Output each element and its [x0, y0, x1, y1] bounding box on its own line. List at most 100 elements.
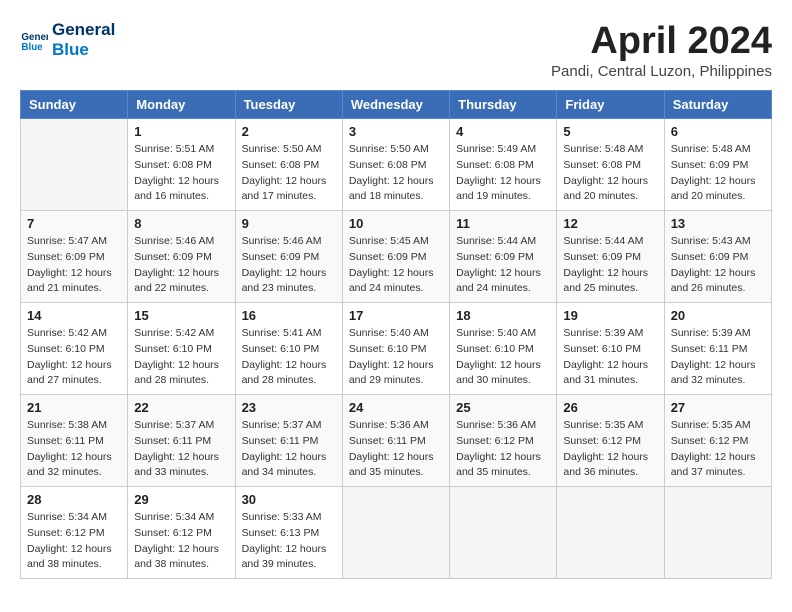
- day-number: 18: [456, 308, 550, 323]
- logo: General Blue General Blue: [20, 20, 115, 61]
- day-number: 17: [349, 308, 443, 323]
- day-info: Sunrise: 5:36 AMSunset: 6:11 PMDaylight:…: [349, 418, 443, 481]
- calendar-cell: [664, 487, 771, 579]
- day-number: 26: [563, 400, 657, 415]
- calendar-cell: 11 Sunrise: 5:44 AMSunset: 6:09 PMDayligh…: [450, 211, 557, 303]
- day-info: Sunrise: 5:37 AMSunset: 6:11 PMDaylight:…: [134, 418, 228, 481]
- weekday-header: Tuesday: [235, 91, 342, 119]
- location-title: Pandi, Central Luzon, Philippines: [551, 63, 772, 80]
- day-info: Sunrise: 5:48 AMSunset: 6:08 PMDaylight:…: [563, 142, 657, 205]
- calendar-cell: 14 Sunrise: 5:42 AMSunset: 6:10 PMDayligh…: [21, 303, 128, 395]
- day-number: 6: [671, 124, 765, 139]
- logo-icon: General Blue: [20, 26, 48, 54]
- calendar-cell: 20 Sunrise: 5:39 AMSunset: 6:11 PMDayligh…: [664, 303, 771, 395]
- calendar-cell: 1 Sunrise: 5:51 AMSunset: 6:08 PMDaylight…: [128, 119, 235, 211]
- weekday-header: Monday: [128, 91, 235, 119]
- day-number: 16: [242, 308, 336, 323]
- day-info: Sunrise: 5:39 AMSunset: 6:10 PMDaylight:…: [563, 326, 657, 389]
- day-number: 20: [671, 308, 765, 323]
- day-info: Sunrise: 5:47 AMSunset: 6:09 PMDaylight:…: [27, 234, 121, 297]
- calendar-cell: [21, 119, 128, 211]
- day-info: Sunrise: 5:38 AMSunset: 6:11 PMDaylight:…: [27, 418, 121, 481]
- day-info: Sunrise: 5:34 AMSunset: 6:12 PMDaylight:…: [27, 510, 121, 573]
- day-info: Sunrise: 5:42 AMSunset: 6:10 PMDaylight:…: [134, 326, 228, 389]
- calendar-cell: [557, 487, 664, 579]
- day-number: 2: [242, 124, 336, 139]
- day-info: Sunrise: 5:35 AMSunset: 6:12 PMDaylight:…: [671, 418, 765, 481]
- day-number: 5: [563, 124, 657, 139]
- day-info: Sunrise: 5:50 AMSunset: 6:08 PMDaylight:…: [242, 142, 336, 205]
- day-number: 14: [27, 308, 121, 323]
- day-info: Sunrise: 5:51 AMSunset: 6:08 PMDaylight:…: [134, 142, 228, 205]
- calendar-cell: 3 Sunrise: 5:50 AMSunset: 6:08 PMDaylight…: [342, 119, 449, 211]
- day-number: 19: [563, 308, 657, 323]
- calendar-cell: 22Sunrise: 5:37 AMSunset: 6:11 PMDayligh…: [128, 395, 235, 487]
- calendar-cell: 21 Sunrise: 5:38 AMSunset: 6:11 PMDayligh…: [21, 395, 128, 487]
- month-title: April 2024: [551, 20, 772, 63]
- calendar-cell: 23Sunrise: 5:37 AMSunset: 6:11 PMDayligh…: [235, 395, 342, 487]
- day-info: Sunrise: 5:49 AMSunset: 6:08 PMDaylight:…: [456, 142, 550, 205]
- calendar-cell: 16 Sunrise: 5:41 AMSunset: 6:10 PMDayligh…: [235, 303, 342, 395]
- day-info: Sunrise: 5:46 AMSunset: 6:09 PMDaylight:…: [242, 234, 336, 297]
- calendar-cell: 25 Sunrise: 5:36 AMSunset: 6:12 PMDayligh…: [450, 395, 557, 487]
- day-number: 29: [134, 492, 228, 507]
- day-number: 21: [27, 400, 121, 415]
- weekday-header: Friday: [557, 91, 664, 119]
- calendar-cell: [342, 487, 449, 579]
- calendar-cell: 9 Sunrise: 5:46 AMSunset: 6:09 PMDaylight…: [235, 211, 342, 303]
- weekday-header: Wednesday: [342, 91, 449, 119]
- calendar-cell: 29 Sunrise: 5:34 AMSunset: 6:12 PMDayligh…: [128, 487, 235, 579]
- calendar-cell: 26 Sunrise: 5:35 AMSunset: 6:12 PMDayligh…: [557, 395, 664, 487]
- day-number: 8: [134, 216, 228, 231]
- day-number: 15: [134, 308, 228, 323]
- day-number: 7: [27, 216, 121, 231]
- day-info: Sunrise: 5:46 AMSunset: 6:09 PMDaylight:…: [134, 234, 228, 297]
- weekday-header: Sunday: [21, 91, 128, 119]
- calendar-body: 1 Sunrise: 5:51 AMSunset: 6:08 PMDaylight…: [21, 119, 772, 579]
- day-number: 12: [563, 216, 657, 231]
- day-number: 13: [671, 216, 765, 231]
- day-number: 4: [456, 124, 550, 139]
- day-info: Sunrise: 5:45 AMSunset: 6:09 PMDaylight:…: [349, 234, 443, 297]
- day-info: Sunrise: 5:40 AMSunset: 6:10 PMDaylight:…: [349, 326, 443, 389]
- day-number: 11: [456, 216, 550, 231]
- day-info: Sunrise: 5:39 AMSunset: 6:11 PMDaylight:…: [671, 326, 765, 389]
- day-info: Sunrise: 5:36 AMSunset: 6:12 PMDaylight:…: [456, 418, 550, 481]
- calendar-cell: 2 Sunrise: 5:50 AMSunset: 6:08 PMDaylight…: [235, 119, 342, 211]
- calendar-cell: 28Sunrise: 5:34 AMSunset: 6:12 PMDayligh…: [21, 487, 128, 579]
- day-number: 10: [349, 216, 443, 231]
- calendar-cell: 6Sunrise: 5:48 AMSunset: 6:09 PMDaylight…: [664, 119, 771, 211]
- day-info: Sunrise: 5:41 AMSunset: 6:10 PMDaylight:…: [242, 326, 336, 389]
- calendar-cell: 4 Sunrise: 5:49 AMSunset: 6:08 PMDaylight…: [450, 119, 557, 211]
- calendar-cell: 5 Sunrise: 5:48 AMSunset: 6:08 PMDaylight…: [557, 119, 664, 211]
- logo-line1: General: [52, 20, 115, 40]
- logo-line2: Blue: [52, 40, 115, 60]
- day-number: 24: [349, 400, 443, 415]
- calendar-cell: [450, 487, 557, 579]
- weekday-header: Saturday: [664, 91, 771, 119]
- day-info: Sunrise: 5:42 AMSunset: 6:10 PMDaylight:…: [27, 326, 121, 389]
- day-number: 25: [456, 400, 550, 415]
- calendar-cell: 30 Sunrise: 5:33 AMSunset: 6:13 PMDayligh…: [235, 487, 342, 579]
- day-info: Sunrise: 5:33 AMSunset: 6:13 PMDaylight:…: [242, 510, 336, 573]
- calendar-table: SundayMondayTuesdayWednesdayThursdayFrid…: [20, 90, 772, 579]
- calendar-cell: 18 Sunrise: 5:40 AMSunset: 6:10 PMDayligh…: [450, 303, 557, 395]
- day-info: Sunrise: 5:44 AMSunset: 6:09 PMDaylight:…: [563, 234, 657, 297]
- day-info: Sunrise: 5:35 AMSunset: 6:12 PMDaylight:…: [563, 418, 657, 481]
- day-info: Sunrise: 5:50 AMSunset: 6:08 PMDaylight:…: [349, 142, 443, 205]
- title-area: April 2024 Pandi, Central Luzon, Philipp…: [551, 20, 772, 80]
- day-info: Sunrise: 5:34 AMSunset: 6:12 PMDaylight:…: [134, 510, 228, 573]
- calendar-cell: 13Sunrise: 5:43 AMSunset: 6:09 PMDayligh…: [664, 211, 771, 303]
- calendar-cell: 19 Sunrise: 5:39 AMSunset: 6:10 PMDayligh…: [557, 303, 664, 395]
- day-number: 30: [242, 492, 336, 507]
- day-info: Sunrise: 5:44 AMSunset: 6:09 PMDaylight:…: [456, 234, 550, 297]
- day-number: 27: [671, 400, 765, 415]
- day-info: Sunrise: 5:40 AMSunset: 6:10 PMDaylight:…: [456, 326, 550, 389]
- day-number: 9: [242, 216, 336, 231]
- calendar-cell: 27 Sunrise: 5:35 AMSunset: 6:12 PMDayligh…: [664, 395, 771, 487]
- day-number: 23: [242, 400, 336, 415]
- calendar-header: SundayMondayTuesdayWednesdayThursdayFrid…: [21, 91, 772, 119]
- day-number: 3: [349, 124, 443, 139]
- day-number: 1: [134, 124, 228, 139]
- page-header: General Blue General Blue April 2024 Pan…: [20, 20, 772, 80]
